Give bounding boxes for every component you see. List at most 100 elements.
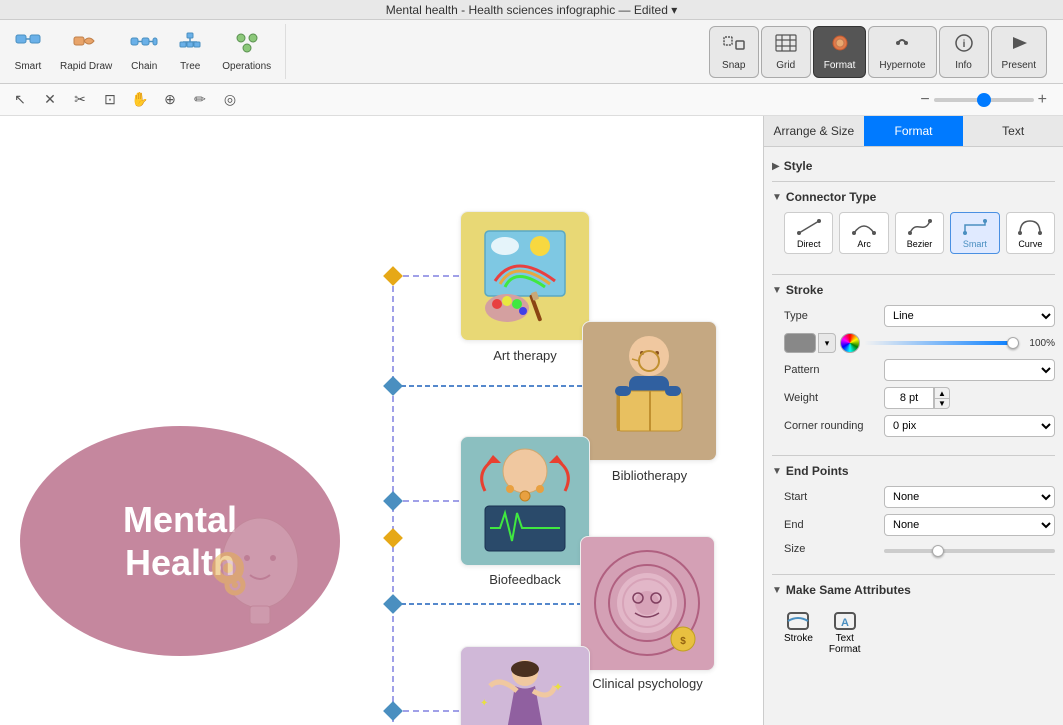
tree-label: Tree [180,61,200,72]
clinical-psychology-label: Clinical psychology [580,676,715,691]
tree-button[interactable]: Tree [168,26,212,78]
zoom-in-button[interactable]: + [1038,91,1047,109]
stroke-color-rainbow[interactable] [840,333,860,353]
connector-type-header[interactable]: ▼ Connector Type [772,186,1055,208]
right-tools: Snap Grid Format Hypernote i Info [709,24,1053,79]
style-section-header[interactable]: ▶ Style [772,155,1055,177]
pointer-tool[interactable]: ✕ [38,88,62,112]
panel-tabs: Arrange & Size Format Text [764,116,1063,147]
stroke-type-label: Type [784,310,884,322]
tab-arrange-size[interactable]: Arrange & Size [764,116,864,146]
zoom-slider[interactable] [934,98,1034,102]
smart-icon [14,31,42,59]
pan-tool[interactable]: ✋ [128,88,152,112]
bibliotherapy-label: Bibliotherapy [582,468,717,483]
weight-stepper: ▲ ▼ [884,387,1055,409]
connector-type-title: Connector Type [786,190,876,204]
stroke-color-dropdown[interactable]: ▾ [818,333,836,353]
connector-bezier[interactable]: Bezier [895,212,944,254]
connector-smart[interactable]: Smart [950,212,999,254]
weight-input[interactable] [884,387,934,409]
smart-button[interactable]: Smart [6,26,50,78]
make-same-body: Stroke A TextFormat [772,601,1055,663]
weight-stepper-buttons: ▲ ▼ [934,387,950,409]
size-slider[interactable] [884,549,1055,553]
stroke-same-label: Stroke [784,633,813,644]
draw-tool[interactable]: ✏ [188,88,212,112]
hypernote-icon [890,33,914,58]
hypernote-button[interactable]: Hypernote [868,26,936,78]
lasso-tool[interactable]: ◎ [218,88,242,112]
end-points-header[interactable]: ▼ End Points [772,460,1055,482]
weight-down[interactable]: ▼ [934,398,950,409]
divider-2 [772,274,1055,275]
size-row: Size [784,542,1055,556]
art-therapy-node[interactable] [460,211,590,341]
dance-therapy-image: ✦ ✦ [465,651,585,725]
arrow-tool[interactable]: ↖ [8,88,32,112]
frame-tool[interactable]: ⊡ [98,88,122,112]
info-label: Info [955,60,972,71]
grid-button[interactable]: Grid [761,26,811,78]
stroke-weight-row: Weight ▲ ▼ [784,387,1055,409]
format-button[interactable]: Format [813,26,867,78]
svg-text:✦: ✦ [480,698,488,709]
stroke-pattern-select[interactable]: Dashed [884,359,1055,381]
zoom-container: − + [920,91,1047,109]
grid-icon [774,33,798,58]
connector-type-toggle: ▼ [772,192,782,203]
operations-button[interactable]: Operations [214,26,279,78]
tab-format[interactable]: Format [864,116,964,146]
dance-therapy-node[interactable]: ✦ ✦ [460,646,590,725]
stroke-pattern-row: Pattern Dashed [784,359,1055,381]
corner-rounding-label: Corner rounding [784,420,884,432]
end-select[interactable]: None Arrow Circle [884,514,1055,536]
bibliotherapy-node[interactable] [582,321,717,461]
size-label: Size [784,543,884,555]
present-button[interactable]: Present [991,26,1047,78]
connector-curve[interactable]: Curve [1006,212,1055,254]
text-format-same-label: TextFormat [829,633,861,655]
grid-label: Grid [776,60,795,71]
stroke-weight-label: Weight [784,392,884,404]
weight-up[interactable]: ▲ [934,387,950,398]
canvas[interactable]: MentalHealth [0,116,763,725]
info-button[interactable]: i Info [939,26,989,78]
scissors-tool[interactable]: ✂ [68,88,92,112]
stroke-color-swatch[interactable] [784,333,816,353]
connector-arc[interactable]: Arc [839,212,888,254]
corner-rounding-control: 0 pix 2 pix 4 pix [884,415,1055,437]
chain-button[interactable]: Chain [122,26,166,78]
left-tools: Smart Rapid Draw Chain Tree Operations [6,24,286,79]
stroke-toggle: ▼ [772,285,782,296]
make-same-text-format[interactable]: A TextFormat [829,609,861,655]
make-same-stroke[interactable]: Stroke [784,609,813,655]
start-control: None Arrow Circle [884,486,1055,508]
rapid-draw-button[interactable]: Rapid Draw [52,26,120,78]
zoom-in-tool[interactable]: ⊕ [158,88,182,112]
style-toggle-icon: ▶ [772,161,780,172]
connector-direct[interactable]: Direct [784,212,833,254]
tab-text[interactable]: Text [963,116,1063,146]
present-icon [1007,33,1031,58]
clinical-psychology-node[interactable]: $ [580,536,715,671]
make-same-toggle: ▼ [772,585,782,596]
end-points-title: End Points [786,464,849,478]
title-text: Mental health - Health sciences infograp… [386,3,678,17]
make-same-buttons-row: Stroke A TextFormat [784,609,1055,655]
stroke-section-header[interactable]: ▼ Stroke [772,279,1055,301]
biofeedback-node[interactable] [460,436,590,566]
end-points-toggle: ▼ [772,466,782,477]
start-select[interactable]: None Arrow Circle [884,486,1055,508]
opacity-slider[interactable] [864,341,1019,345]
text-format-same-icon: A [831,609,859,633]
stroke-type-select[interactable]: Line Dashed Dotted [884,305,1055,327]
make-same-header[interactable]: ▼ Make Same Attributes [772,579,1055,601]
zoom-out-button[interactable]: − [920,91,929,109]
corner-rounding-select[interactable]: 0 pix 2 pix 4 pix [884,415,1055,437]
divider-3 [772,455,1055,456]
connector-type-grid: Direct Arc Bezier Smart [784,212,1055,254]
start-label: Start [784,491,884,503]
stroke-color-row: ▾ 100% [784,333,1055,353]
snap-button[interactable]: Snap [709,26,759,78]
